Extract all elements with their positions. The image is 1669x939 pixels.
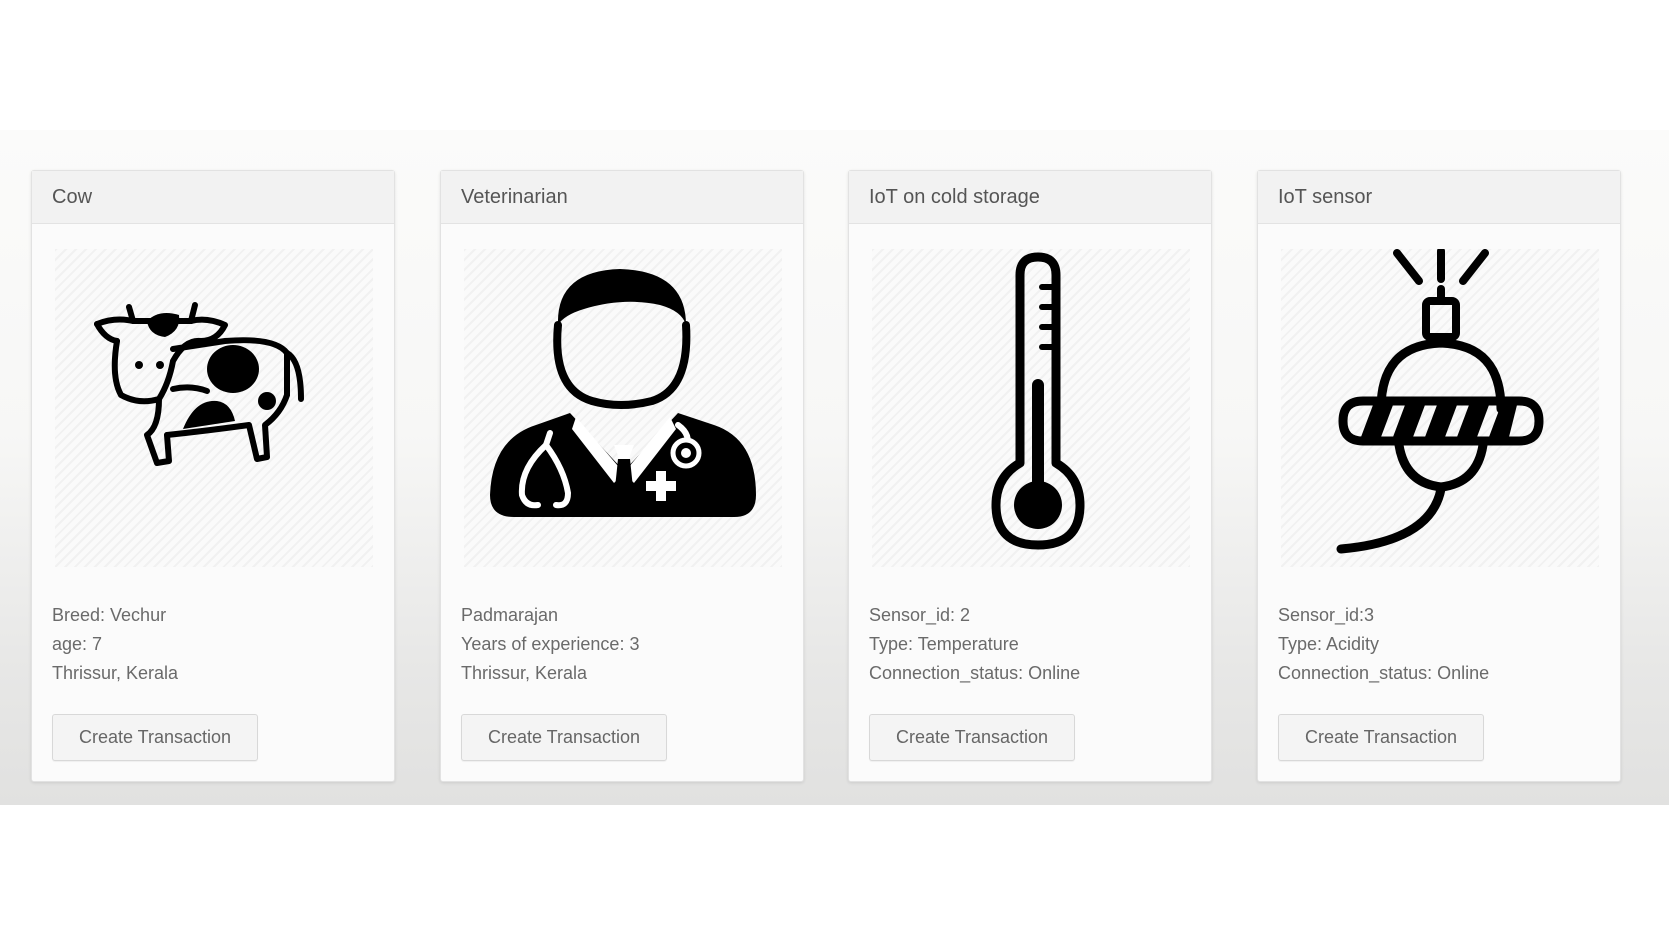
card-image [464, 249, 782, 567]
card-title: Cow [32, 171, 394, 224]
card-image [55, 249, 373, 567]
create-transaction-button[interactable]: Create Transaction [1278, 714, 1484, 761]
detail-connection-status: Connection_status: Online [1278, 663, 1490, 683]
card-title: IoT sensor [1258, 171, 1620, 224]
detail-age: age: 7 [52, 634, 103, 654]
card-details: Breed: Vechur age: 7 Thrissur, Kerala [52, 601, 382, 688]
card-iot-sensor: IoT sensor Sensor_id:3 Type: Acidity Con… [1257, 170, 1621, 782]
card-details: Sensor_id: 2 Type: Temperature Connectio… [869, 601, 1199, 688]
detail-name: Padmarajan [461, 605, 559, 625]
detail-experience: Years of experience: 3 [461, 634, 640, 654]
detail-type: Type: Acidity [1278, 634, 1380, 654]
thermometer-icon [991, 252, 1085, 550]
card-details: Padmarajan Years of experience: 3 Thriss… [461, 601, 791, 688]
card-image [872, 249, 1190, 567]
detail-connection-status: Connection_status: Online [869, 663, 1081, 683]
create-transaction-button[interactable]: Create Transaction [869, 714, 1075, 761]
detail-location: Thrissur, Kerala [52, 663, 179, 683]
cow-icon [94, 302, 304, 466]
detail-sensor-id: Sensor_id: 2 [869, 605, 971, 625]
detail-breed: Breed: Vechur [52, 605, 167, 625]
create-transaction-button[interactable]: Create Transaction [52, 714, 258, 761]
sensor-icon [1336, 249, 1544, 554]
detail-type: Type: Temperature [869, 634, 1019, 654]
card-image [1281, 249, 1599, 567]
card-details: Sensor_id:3 Type: Acidity Connection_sta… [1278, 601, 1608, 688]
card-cow: Cow Breed: Vechur age: 7 Thrissur, Keral… [31, 170, 395, 782]
card-title: IoT on cold storage [849, 171, 1211, 224]
card-title: Veterinarian [441, 171, 803, 224]
card-iot-cold-storage: IoT on cold storage Sensor_id: 2 Type: T… [848, 170, 1212, 782]
create-transaction-button[interactable]: Create Transaction [461, 714, 667, 761]
detail-location: Thrissur, Kerala [461, 663, 588, 683]
doctor-icon [490, 269, 756, 517]
card-veterinarian: Veterinarian Padmarajan Years of experie… [440, 170, 804, 782]
detail-sensor-id: Sensor_id:3 [1278, 605, 1375, 625]
